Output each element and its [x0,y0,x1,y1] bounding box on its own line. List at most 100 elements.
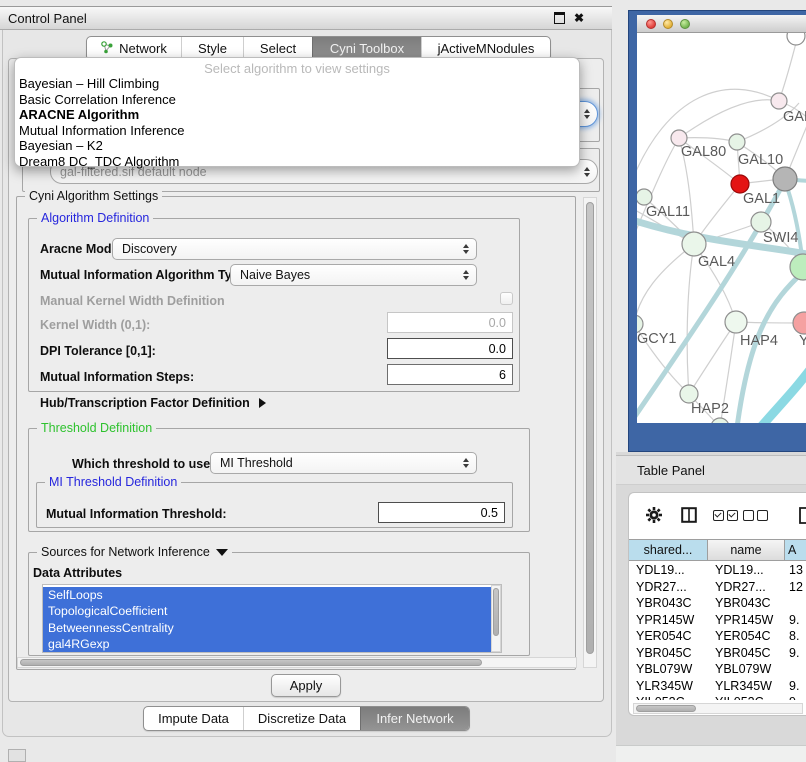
table-cell: YIL052C [708,694,785,700]
network-node[interactable] [790,254,806,280]
network-node[interactable] [711,418,729,423]
table-cell: YBL079W [629,661,708,678]
sources-title-row[interactable]: Sources for Network Inference [37,545,232,559]
network-node[interactable] [771,93,787,109]
mi-algorithm-type-combo[interactable]: Naive Bayes [230,264,477,286]
attribute-list-vscrollbar[interactable] [491,585,501,652]
table-row[interactable]: YER054CYER054C8. [629,628,806,645]
hub-definition-disclosure[interactable]: Hub/Transcription Factor Definition [40,396,266,410]
network-node[interactable] [793,312,806,334]
network-node[interactable] [787,33,805,45]
network-edge [637,244,694,324]
expanded-arrow-icon [216,549,228,556]
table-hscrollbar[interactable] [633,703,803,714]
algorithm-option-dream8-dc-tdc-algorithm[interactable]: Dream8 DC_TDC Algorithm [15,154,579,170]
table-row[interactable]: YBL079WYBL079W [629,661,806,678]
minimize-window-icon[interactable] [663,19,673,29]
network-canvas[interactable]: GALGAL80GAL10GAL1GAL11SWI4GAL4GCY1HAP4YH… [637,33,806,423]
settings-hscrollbar-thumb[interactable] [20,659,482,666]
corner-widget-icon[interactable] [8,749,26,762]
algorithm-option-basic-correlation-inference[interactable]: Basic Correlation Inference [15,92,579,108]
kernel-width-label: Kernel Width (0,1): [40,318,150,332]
apply-button[interactable]: Apply [271,674,341,697]
zoom-window-icon[interactable] [680,19,690,29]
mi-steps-label: Mutual Information Steps: [40,370,194,384]
table-row[interactable]: YLR345WYLR345W9. [629,678,806,695]
table-cell: YBR043C [708,595,785,612]
table-header-row: shared...nameA [629,539,806,561]
algorithm-definition-title: Algorithm Definition [37,211,153,225]
network-edge [679,138,737,142]
table-cell: 9 [785,694,806,700]
select-columns-icon[interactable] [713,501,738,529]
threshold-definition-title: Threshold Definition [37,421,156,435]
settings-gear-icon[interactable] [645,501,663,529]
table-hscrollbar-thumb[interactable] [636,705,696,712]
attribute-selfloops[interactable]: SelfLoops [43,587,501,603]
which-threshold-label: Which threshold to use: [72,457,214,471]
dpi-tolerance-field[interactable]: 0.0 [387,338,513,359]
network-node[interactable] [637,189,652,205]
network-node[interactable] [729,134,745,150]
settings-vscrollbar-thumb[interactable] [586,202,594,654]
table-row[interactable]: YIL052CYIL052C9 [629,694,806,700]
table-row[interactable]: YBR045CYBR045C9. [629,645,806,662]
attribute-list-vscrollbar-thumb[interactable] [493,588,499,636]
settings-hscrollbar[interactable] [17,657,577,668]
column-header-shared[interactable]: shared... [629,540,708,560]
mi-threshold-definition-title: MI Threshold Definition [45,475,181,489]
network-node-label: HAP2 [691,401,729,417]
table-row[interactable]: YDR27...YDR27...12 [629,579,806,596]
column-header-name[interactable]: name [708,540,785,560]
tab-infer-network[interactable]: Infer Network [360,707,469,730]
network-node-label: HAP4 [740,333,778,349]
network-node[interactable] [725,311,747,333]
table-row[interactable]: YDL19...YDL19...13 [629,562,806,579]
attribute-gal4rgexp[interactable]: gal4RGexp [43,636,501,652]
aracne-mode-combo[interactable]: Discovery [112,238,477,260]
table-cell [785,661,806,678]
table-row[interactable]: YPR145WYPR145W9. [629,612,806,629]
aracne-mode-label: Aracne Mode: [40,242,123,256]
network-window-titlebar[interactable] [637,15,806,33]
mi-threshold-field[interactable]: 0.5 [378,502,505,523]
close-panel-icon[interactable]: ✖ [574,12,584,24]
kernel-width-field[interactable]: 0.0 [387,312,513,333]
settings-vscrollbar[interactable] [583,197,597,668]
tab-label: Select [260,41,296,56]
algorithm-option-bayesian-k2[interactable]: Bayesian – K2 [15,138,579,154]
table-toolbar [629,501,806,529]
split-panel-icon[interactable] [681,501,697,529]
float-window-icon[interactable] [554,12,565,24]
aracne-mode-value: Discovery [122,242,177,256]
mi-steps-field[interactable]: 6 [387,364,513,385]
table-cell: YER054C [629,628,708,645]
manual-kernel-width-checkbox[interactable] [500,292,513,305]
column-header-a[interactable]: A [785,540,806,560]
attribute-betweennesscentrality[interactable]: BetweennessCentrality [43,620,501,636]
algorithm-option-mutual-information-inference[interactable]: Mutual Information Inference [15,123,579,139]
which-threshold-combo[interactable]: MI Threshold [210,452,477,474]
network-node[interactable] [751,212,771,232]
document-icon[interactable] [799,501,806,529]
network-node-label: GAL [783,109,806,125]
table-cell: YDL19... [629,562,708,579]
network-node[interactable] [773,167,797,191]
tab-impute-data[interactable]: Impute Data [144,707,243,730]
network-icon [101,41,114,57]
cyni-algorithm-settings-title: Cyni Algorithm Settings [25,189,162,203]
tab-discretize-data[interactable]: Discretize Data [243,707,360,730]
network-node-label: GAL1 [743,191,780,207]
table-row[interactable]: YBR043CYBR043C [629,595,806,612]
table-cell: 12 [785,579,806,596]
table-panel-title: Table Panel [637,463,705,478]
control-panel-titlebar: Control Panel ✖ [0,6,612,30]
algorithm-option-bayesian-hill-climbing[interactable]: Bayesian – Hill Climbing [15,76,579,92]
attribute-topologicalcoefficient[interactable]: TopologicalCoefficient [43,603,501,619]
table-cell: YBR045C [629,645,708,662]
data-attributes-label: Data Attributes [33,566,122,580]
close-window-icon[interactable] [646,19,656,29]
network-node[interactable] [682,232,706,256]
algorithm-option-aracne-algorithm[interactable]: ARACNE Algorithm [15,107,579,123]
unselect-columns-icon[interactable] [743,501,768,529]
